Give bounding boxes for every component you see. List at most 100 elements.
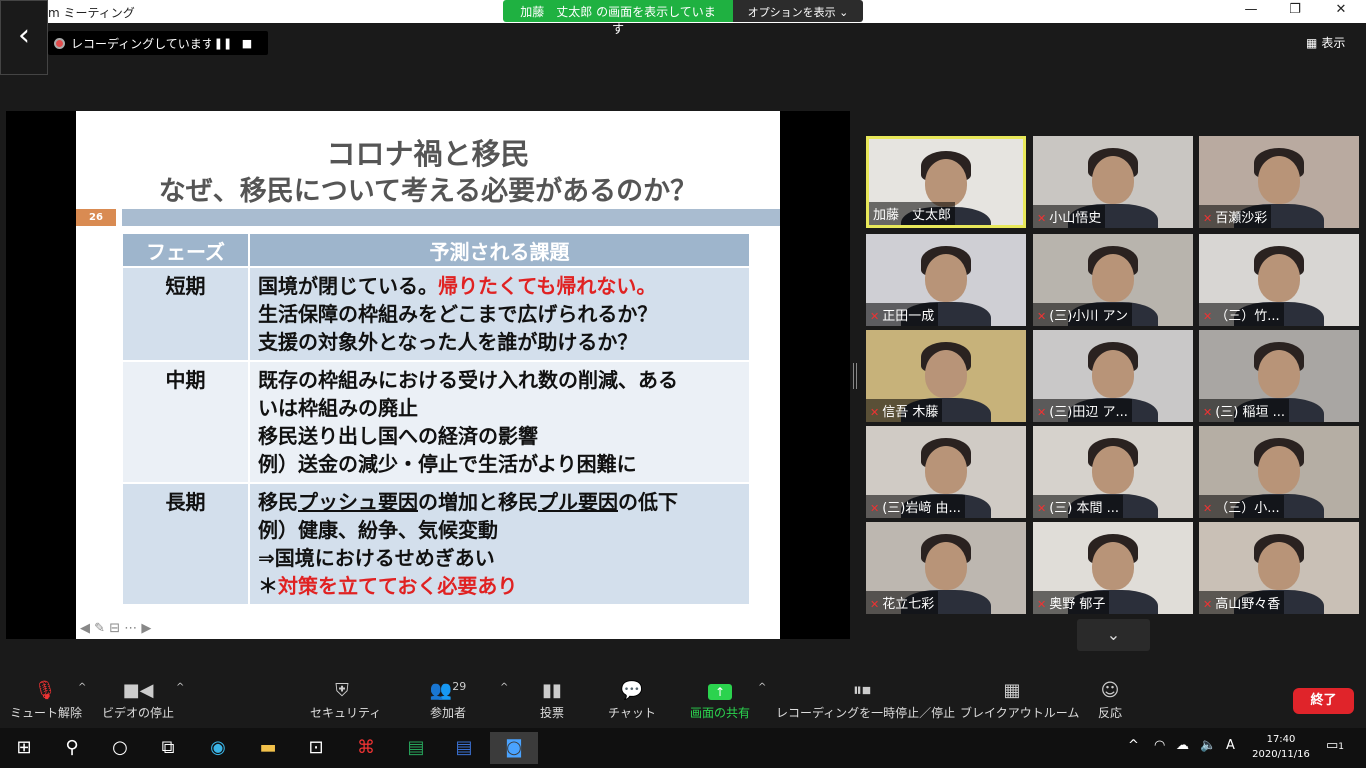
stop-video-button[interactable]: ■◀ ビデオの停止 (100, 680, 176, 721)
wifi-icon[interactable]: ◠ (1154, 738, 1165, 753)
breakout-rooms-button[interactable]: ▦ ブレイクアウトルーム (960, 680, 1080, 721)
notification-center-icon[interactable]: ▭1 (1326, 738, 1344, 753)
participant-name-text: (三)岩﨑 由... (882, 501, 961, 516)
pause-stop-recording-label: レコーディングを一時停止／停止 (776, 706, 956, 720)
stop-recording-button[interactable]: ■ (235, 37, 259, 50)
participant-name: ✕ (三)田辺 ア... (1033, 399, 1132, 422)
muted-mic-icon: ✕ (1037, 598, 1047, 611)
participant-face (1092, 446, 1134, 494)
table-row: 短期 国境が閉じている。帰りたくても帰れない。 生活保障の枠組みをどこまで広げら… (123, 266, 751, 361)
phase-cell: 中期 (123, 360, 250, 483)
poll-label: 投票 (539, 706, 564, 720)
share-screen-button[interactable]: ↑ 画面の共有 (684, 680, 756, 721)
end-meeting-button[interactable]: 終了 (1293, 688, 1354, 714)
participant-video-tile[interactable]: 加藤 丈太郎 (866, 136, 1026, 228)
file-explorer-icon[interactable]: ▬ (244, 732, 292, 764)
minimize-button[interactable]: — (1228, 2, 1274, 22)
issue-text: 例）健康、紛争、気候変動 (258, 518, 498, 542)
issues-table: フェーズ 予測される課題 短期 国境が閉じている。帰りたくても帰れない。 生活保… (123, 234, 751, 604)
acrobat-icon[interactable]: ⌘ (342, 732, 390, 764)
participants-label: 参加者 (429, 706, 466, 720)
table-row: 中期 既存の枠組みにおける受け入れ数の削減、ある いは枠組みの廃止 移民送り出し… (123, 360, 751, 483)
participant-video-tile[interactable]: ✕ 高山野々香 (1199, 522, 1359, 614)
participant-name-text: 信吾 木藤 (882, 405, 939, 420)
word-icon[interactable]: ▤ (440, 732, 488, 764)
participant-video-tile[interactable]: ✕ （三）竹... (1199, 234, 1359, 326)
chat-button[interactable]: 💬 チャット (608, 680, 656, 721)
participant-name: ✕ 奥野 郁子 (1033, 591, 1110, 614)
pause-recording-button[interactable]: ❚❚ (211, 37, 235, 50)
edge-browser-icon[interactable]: ◉ (194, 732, 242, 764)
issue-text: いは枠組みの廃止 (258, 396, 418, 420)
participant-video-tile[interactable]: ✕ (三) 稲垣 ... (1199, 330, 1359, 422)
arrow-left-icon[interactable]: ◀ (80, 621, 90, 636)
view-button[interactable]: ▦ 表示 (1306, 34, 1345, 51)
participant-video-tile[interactable]: ✕ 奥野 郁子 (1033, 522, 1193, 614)
participant-video-tile[interactable]: ✕ （三）小... (1199, 426, 1359, 518)
participant-name: ✕ （三）竹... (1199, 303, 1284, 326)
phase-cell: 短期 (123, 266, 250, 361)
slide-navigation: ◀ ✎ ⊟ ⋯ ▶ (80, 621, 151, 636)
participant-name: ✕ （三）小... (1199, 495, 1284, 518)
tray-chevron-up-icon[interactable]: ^ (1128, 738, 1139, 753)
maximize-button[interactable]: ❐ (1272, 2, 1318, 22)
start-windows-icon[interactable]: ⊞ (0, 732, 48, 764)
next-page-button[interactable]: ⌄ (1077, 619, 1150, 651)
participant-video-tile[interactable]: ✕ (三)田辺 ア... (1033, 330, 1193, 422)
notification-count: 1 (1338, 742, 1345, 752)
muted-mic-icon: ✕ (1203, 310, 1213, 323)
zoom-app-icon[interactable]: ◙ (490, 732, 538, 764)
security-button[interactable]: ⛨ セキュリティ (310, 680, 381, 721)
smiley-plus-icon: ☺ (1100, 680, 1120, 701)
participant-video-tile[interactable]: ✕ (三)岩﨑 由... (866, 426, 1026, 518)
participant-video-tile[interactable]: ✕ 信吾 木藤 (866, 330, 1026, 422)
muted-mic-icon: ✕ (1203, 212, 1213, 225)
pen-icon[interactable]: ✎ (94, 621, 105, 636)
back-button[interactable]: ‹ (0, 0, 48, 75)
slides-icon[interactable]: ⊟ (109, 621, 120, 636)
panel-splitter[interactable] (853, 363, 857, 389)
recording-dot-icon (54, 37, 65, 49)
muted-mic-icon: ✕ (1203, 406, 1213, 419)
video-camera-icon: ■◀ (122, 680, 154, 701)
participant-face (1258, 254, 1300, 302)
issue-highlight: 対策を立てておく必要あり (278, 574, 518, 598)
participant-face (1092, 542, 1134, 590)
poll-button[interactable]: ▮▮ 投票 (530, 680, 574, 721)
ime-indicator[interactable]: A (1226, 738, 1235, 753)
search-icon[interactable]: ⚲ (48, 732, 96, 764)
store-icon[interactable]: ⊡ (292, 732, 340, 764)
onedrive-cloud-icon[interactable]: ☁ (1176, 738, 1189, 753)
caret-up-icon: ^ (176, 682, 185, 693)
share-screen-label: 画面の共有 (689, 706, 750, 720)
arrow-right-icon[interactable]: ▶ (141, 621, 151, 636)
participant-name: ✕ 信吾 木藤 (866, 399, 943, 422)
view-options-button[interactable]: オプションを表示 ⌄ (733, 0, 863, 22)
issue-text: 既存の枠組みにおける受け入れ数の削減、ある (258, 368, 678, 392)
more-icon[interactable]: ⋯ (124, 621, 137, 636)
cortana-circle-icon[interactable]: ○ (96, 732, 144, 764)
reactions-button[interactable]: ☺ 反応 (1090, 680, 1130, 721)
participant-video-tile[interactable]: ✕ (三) 本間 ... (1033, 426, 1193, 518)
participant-video-tile[interactable]: ✕ 正田一成 (866, 234, 1026, 326)
table-row: 長期 移民プッシュ要因の増加と移民プル要因の低下 例）健康、紛争、気候変動 ⇒国… (123, 482, 751, 604)
participant-video-tile[interactable]: ✕ 小山悟史 (1033, 136, 1193, 228)
close-button[interactable]: ✕ (1318, 2, 1364, 22)
participant-face (925, 446, 967, 494)
breakout-rooms-label: ブレイクアウトルーム (960, 706, 1080, 720)
muted-mic-icon: 🎙 (33, 680, 57, 701)
volume-icon[interactable]: 🔈 (1200, 738, 1216, 753)
task-view-icon[interactable]: ⧉ (144, 732, 192, 764)
unmute-button[interactable]: 🎙 ミュート解除 (10, 680, 82, 721)
excel-icon[interactable]: ▤ (392, 732, 440, 764)
participant-name-text: 花立七彩 (882, 597, 935, 612)
participant-video-tile[interactable]: ✕ (三)小川 アン (1033, 234, 1193, 326)
issue-text: 生活保障の枠組みをどこまで広げられるか？ (258, 302, 658, 326)
chevron-down-icon: ⌄ (1106, 625, 1121, 644)
participant-name-text: （三）竹... (1215, 309, 1280, 324)
taskbar-clock[interactable]: 17:40 2020/11/16 (1250, 732, 1312, 762)
participant-video-tile[interactable]: ✕ 花立七彩 (866, 522, 1026, 614)
pause-stop-recording-button[interactable]: ⏸⏹ レコーディングを一時停止／停止 (776, 680, 956, 721)
participants-button[interactable]: 👥29 参加者 (424, 680, 472, 721)
participant-video-tile[interactable]: ✕ 百瀬沙彩 (1199, 136, 1359, 228)
